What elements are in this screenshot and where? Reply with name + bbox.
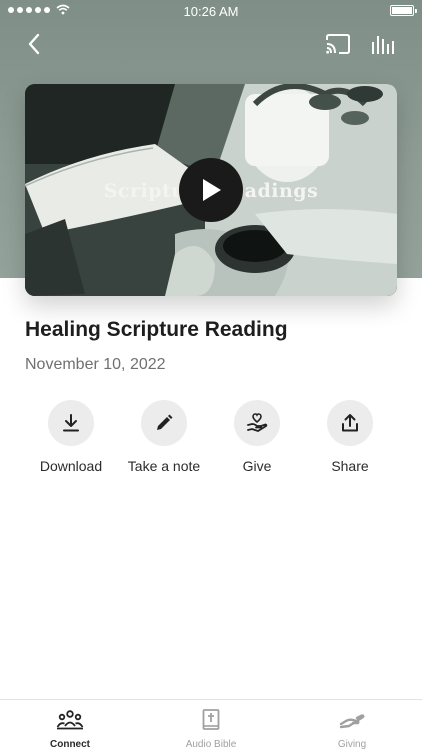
tab-audio-bible[interactable]: Audio Bible (141, 700, 281, 750)
action-row: Download Take a note Give Share (0, 400, 422, 480)
status-bar: 10:26 AM (0, 0, 422, 22)
publish-date: November 10, 2022 (25, 356, 166, 373)
tab-giving-label: Giving (337, 739, 367, 750)
give-button-circle[interactable] (234, 400, 280, 446)
give-label: Give (242, 458, 272, 474)
share-icon (342, 414, 358, 432)
download-button[interactable]: Download (21, 400, 121, 474)
giving-hand-icon (339, 709, 365, 731)
audio-settings-button[interactable] (368, 30, 400, 58)
bottom-tab-bar: Connect Audio Bible Giving (0, 699, 422, 750)
bible-icon (202, 709, 220, 731)
hand-heart-icon (247, 413, 268, 432)
page-title: Healing Scripture Reading (25, 318, 288, 341)
battery-icon (390, 5, 417, 16)
tab-connect[interactable]: Connect (0, 700, 140, 750)
download-label: Download (39, 458, 103, 474)
play-button[interactable] (179, 158, 243, 222)
take-a-note-button[interactable]: Take a note (114, 400, 214, 474)
back-button[interactable] (18, 28, 50, 60)
tab-giving[interactable]: Giving (282, 700, 422, 750)
share-label: Share (331, 458, 369, 474)
play-icon (203, 179, 221, 201)
status-time: 10:26 AM (183, 4, 239, 19)
video-player[interactable]: Scripture Readings (25, 84, 397, 296)
tab-audio-bible-label: Audio Bible (185, 739, 237, 750)
pencil-icon (157, 414, 173, 430)
give-button[interactable]: Give (207, 400, 307, 474)
tab-connect-label: Connect (50, 739, 90, 750)
share-button-circle[interactable] (327, 400, 373, 446)
cast-icon (326, 34, 350, 54)
download-icon (63, 414, 79, 432)
take-a-note-label: Take a note (127, 458, 201, 474)
chevron-left-icon (28, 33, 40, 55)
download-button-circle[interactable] (48, 400, 94, 446)
cast-button[interactable] (322, 30, 354, 58)
people-icon (56, 709, 84, 731)
equalizer-icon (372, 36, 394, 54)
share-button[interactable]: Share (300, 400, 400, 474)
take-a-note-button-circle[interactable] (141, 400, 187, 446)
